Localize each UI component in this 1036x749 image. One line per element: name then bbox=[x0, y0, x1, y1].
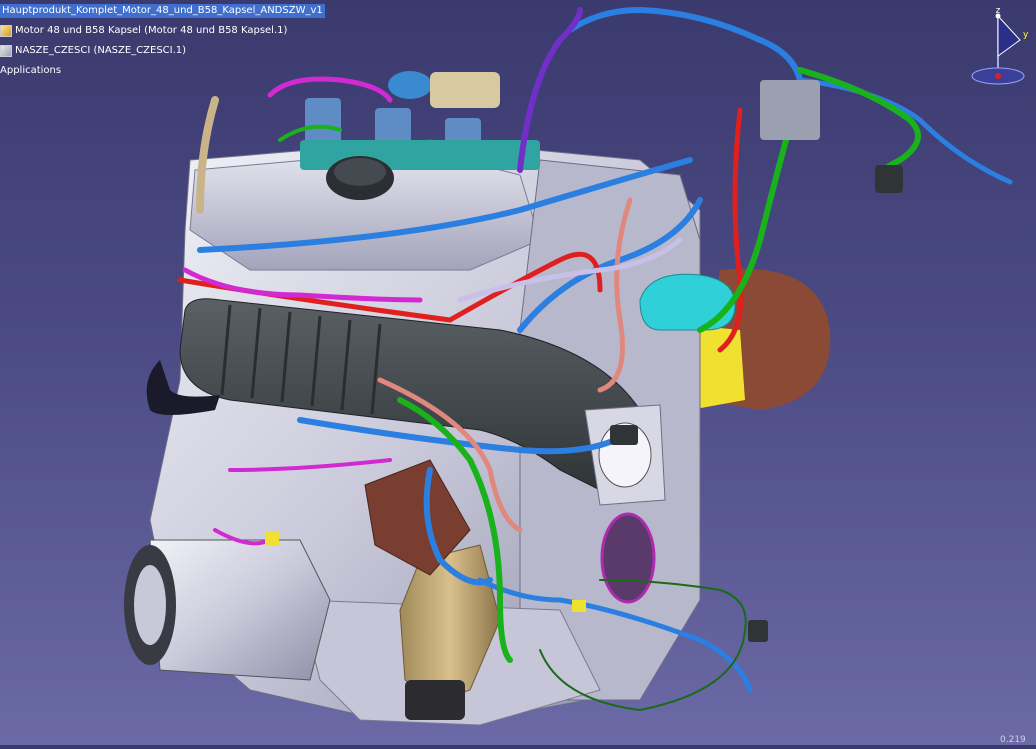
compass-axis-z: z bbox=[996, 6, 1001, 16]
tree-node-label[interactable]: Applications bbox=[0, 64, 61, 78]
engine-model[interactable] bbox=[0, 0, 1036, 745]
connector-yellow-1 bbox=[265, 532, 279, 546]
3d-viewport[interactable] bbox=[0, 0, 1036, 745]
tree-node-applications[interactable]: Applications bbox=[0, 64, 61, 78]
connector-black-3 bbox=[610, 425, 638, 445]
tree-root-label[interactable]: Hauptprodukt_Komplet_Motor_48_und_B58_Ka… bbox=[0, 4, 325, 18]
ac-clutch-hub bbox=[134, 565, 166, 645]
hose-magenta-1 bbox=[267, 76, 393, 103]
connector-black-2 bbox=[748, 620, 768, 642]
ignition-coil-1 bbox=[305, 98, 341, 146]
coolant-elbow bbox=[639, 273, 736, 331]
assembly-icon bbox=[0, 25, 12, 37]
part-icon bbox=[0, 45, 12, 57]
hose-blue-3 bbox=[797, 77, 1013, 185]
coolant-reservoir bbox=[388, 71, 432, 99]
tree-node-label[interactable]: Motor 48 und B58 Kapsel (Motor 48 und B5… bbox=[15, 24, 287, 38]
oil-filter-cap bbox=[405, 680, 465, 720]
wiring-module bbox=[760, 80, 820, 140]
connector-black-1 bbox=[875, 165, 903, 193]
vanos-unit bbox=[430, 72, 500, 108]
tree-node-motor[interactable]: Motor 48 und B58 Kapsel (Motor 48 und B5… bbox=[0, 24, 287, 38]
compass-icon: z y bbox=[971, 6, 1029, 85]
compass-axis-y: y bbox=[1023, 30, 1029, 40]
tree-node-czesci[interactable]: NASZE_CZESCI (NASZE_CZESCI.1) bbox=[0, 44, 186, 58]
tree-root-node[interactable]: Hauptprodukt_Komplet_Motor_48_und_B58_Ka… bbox=[0, 4, 325, 18]
connector-yellow-2 bbox=[572, 600, 586, 612]
rear-main-seal bbox=[600, 512, 656, 604]
tree-node-label[interactable]: NASZE_CZESCI (NASZE_CZESCI.1) bbox=[15, 44, 186, 58]
ac-compressor bbox=[149, 539, 331, 681]
compass-widget[interactable]: z y bbox=[968, 4, 1032, 90]
scale-readout: 0.219 bbox=[1000, 735, 1026, 745]
oil-filler-cap-top bbox=[334, 158, 386, 186]
